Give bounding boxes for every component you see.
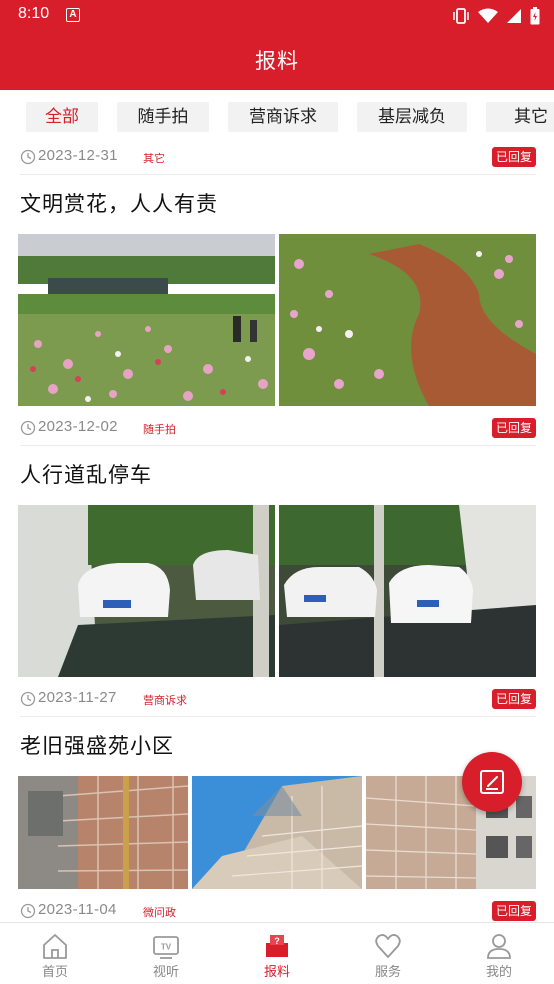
nav-service[interactable]: 服务 [333, 923, 443, 984]
clock-icon [20, 149, 36, 165]
clock-icon [20, 691, 36, 707]
replied-badge: 已回复 [491, 147, 536, 167]
new-report-button[interactable] [462, 752, 522, 812]
post-image-flower-field[interactable] [18, 234, 275, 406]
post-date: 2023-12-02 [38, 418, 118, 435]
divider [20, 445, 536, 446]
tab-snapshot[interactable]: 随手拍 [117, 102, 209, 132]
title-bar: 报料 [0, 32, 554, 90]
post-image-parked-cars[interactable] [279, 505, 536, 677]
tab-grassroots-relief[interactable]: 基层减负 [357, 102, 467, 132]
post-image-flower-path[interactable] [279, 234, 536, 406]
user-icon [487, 934, 511, 959]
tab-all[interactable]: 全部 [26, 102, 98, 132]
post-date: 2023-11-27 [38, 689, 117, 706]
nav-mine-label: 我的 [485, 965, 512, 980]
status-right-icons [452, 6, 540, 26]
divider [20, 174, 536, 175]
home-icon [43, 934, 67, 959]
post-meta: 2023-12-31 其它 已回复 [20, 142, 536, 172]
post-category: 营商诉求 [143, 694, 187, 707]
nav-report-label: 报料 [263, 965, 290, 980]
edit-icon [480, 770, 504, 794]
replied-badge: 已回复 [491, 901, 536, 921]
clock-icon [20, 420, 36, 436]
post-category: 其它 [143, 152, 165, 165]
nav-home[interactable]: 首页 [0, 923, 110, 984]
divider [20, 716, 536, 717]
tab-business-appeal[interactable]: 营商诉求 [228, 102, 338, 132]
report-icon: ? [266, 935, 288, 957]
post-category: 随手拍 [143, 423, 176, 436]
replied-badge: 已回复 [491, 689, 536, 709]
bottom-nav: 首页 TV 视听 ? 报料 服务 我的 [0, 922, 554, 984]
post-meta: 2023-12-02 随手拍 已回复 [20, 413, 536, 443]
post-title[interactable]: 老旧强盛苑小区 [20, 730, 174, 760]
notification-a-icon: A [66, 8, 80, 22]
post-image-parked-car[interactable] [18, 505, 275, 677]
nav-mine[interactable]: 我的 [444, 923, 554, 984]
battery-icon [530, 7, 540, 25]
vibrate-icon [453, 8, 469, 24]
report-feed[interactable]: 2023-12-31 其它 已回复 文明赏花，人人有责 2023-12-02 随… [0, 142, 554, 922]
clock-icon [20, 903, 36, 919]
nav-home-label: 首页 [41, 965, 68, 980]
post-title[interactable]: 人行道乱停车 [20, 459, 152, 489]
nav-media[interactable]: TV 视听 [111, 923, 221, 984]
signal-icon [507, 9, 521, 23]
post-category: 微问政 [143, 906, 176, 919]
page-title: 报料 [255, 49, 299, 73]
post-meta: 2023-11-27 营商诉求 已回复 [20, 684, 536, 714]
category-tabs: 全部 随手拍 营商诉求 基层减负 其它 [0, 92, 554, 142]
post-image-tiled-wall[interactable] [18, 776, 188, 889]
tab-other[interactable]: 其它 [486, 102, 554, 132]
nav-media-label: 视听 [152, 965, 179, 980]
post-meta: 2023-11-04 微问政 已回复 [20, 896, 536, 922]
post-date: 2023-12-31 [38, 147, 118, 164]
svg-text:?: ? [274, 936, 280, 946]
heart-icon [375, 934, 401, 958]
post-image-building-corner[interactable] [192, 776, 362, 889]
status-time: 8:10 [18, 5, 50, 22]
nav-service-label: 服务 [374, 965, 401, 980]
status-bar: 8:10 A [0, 0, 554, 32]
post-title[interactable]: 文明赏花，人人有责 [20, 188, 218, 218]
post-date: 2023-11-04 [38, 901, 117, 918]
svg-text:TV: TV [161, 943, 172, 952]
tv-icon: TV [153, 936, 179, 959]
nav-report[interactable]: ? 报料 [222, 923, 332, 984]
wifi-icon [478, 8, 498, 23]
replied-badge: 已回复 [491, 418, 536, 438]
